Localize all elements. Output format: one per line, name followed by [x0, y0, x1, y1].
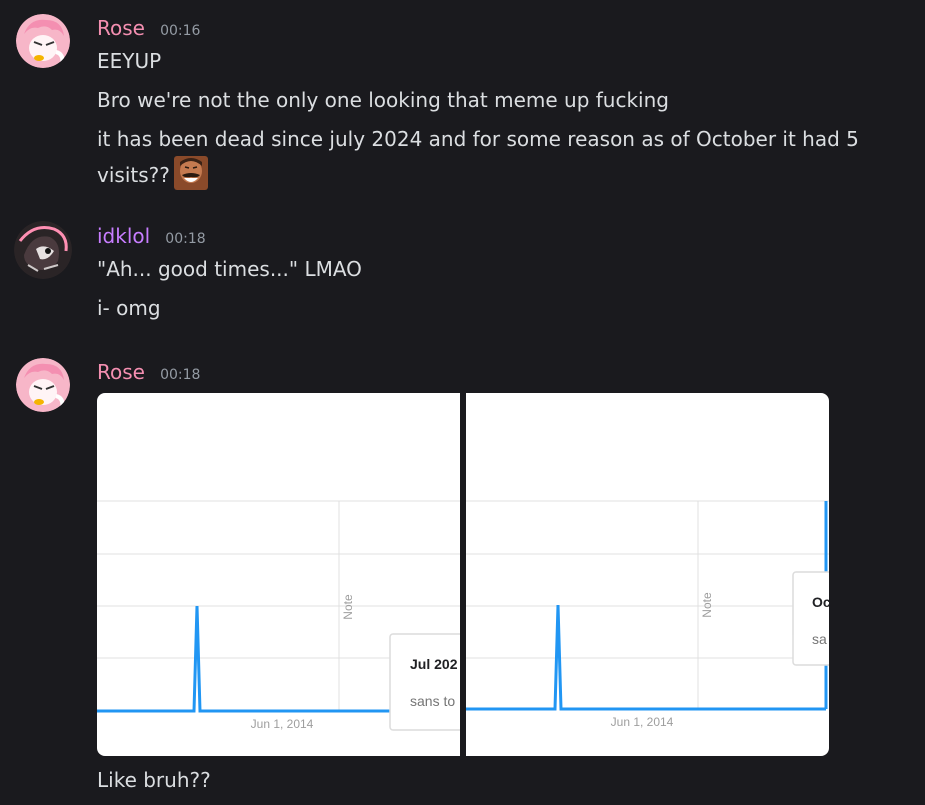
- chart-gridlines: [466, 500, 829, 709]
- author-name[interactable]: idklol: [97, 224, 150, 248]
- chart-tooltip: Jul 202 sans to: [389, 633, 460, 731]
- chart-tooltip: Oc sa: [792, 571, 829, 666]
- author-name[interactable]: Rose: [97, 360, 145, 384]
- message-text: Like bruh??: [97, 768, 211, 792]
- message-text-with-emoji: it has been dead since july 2024 and for…: [97, 123, 887, 192]
- author-line: Rose 00:16: [97, 16, 200, 40]
- trend-chart-image: Note Jun 1, 2014 Jul 202 sans to: [97, 500, 460, 731]
- author-line: idklol 00:18: [97, 224, 206, 248]
- tooltip-title: Oc: [812, 594, 829, 610]
- author-line: Rose 00:18: [97, 360, 200, 384]
- timestamp: 00:16: [160, 23, 201, 39]
- timestamp: 00:18: [160, 367, 201, 383]
- x-tick-label: Jun 1, 2014: [251, 717, 314, 731]
- message-text: EEYUP: [97, 49, 162, 73]
- timestamp: 00:18: [165, 231, 206, 247]
- message-text: "Ah... good times..." LMAO: [97, 257, 362, 281]
- image-attachment-2[interactable]: Note Jun 1, 2014 Oc sa: [466, 393, 829, 756]
- note-label: Note: [700, 592, 714, 618]
- laughing-man-emoji[interactable]: [173, 156, 208, 190]
- avatar-rose[interactable]: [16, 358, 70, 412]
- note-label: Note: [341, 594, 355, 620]
- image-attachment-1[interactable]: Note Jun 1, 2014 Jul 202 sans to: [97, 393, 460, 756]
- avatar-idklol[interactable]: [14, 221, 72, 279]
- trend-chart-image: Note Jun 1, 2014 Oc sa: [466, 500, 829, 729]
- tooltip-subtitle: sans to: [410, 693, 455, 709]
- author-name[interactable]: Rose: [97, 16, 145, 40]
- x-tick-label: Jun 1, 2014: [611, 715, 674, 729]
- message-text: it has been dead since july 2024 and for…: [97, 127, 859, 187]
- tooltip-title: Jul 202: [410, 656, 458, 672]
- message-text: i- omg: [97, 296, 161, 320]
- avatar-rose[interactable]: [16, 14, 70, 68]
- tooltip-subtitle: sa: [812, 631, 827, 647]
- trend-line: [466, 604, 826, 711]
- message-text: Bro we're not the only one looking that …: [97, 88, 669, 112]
